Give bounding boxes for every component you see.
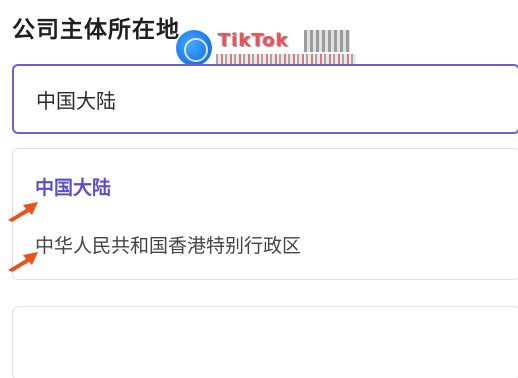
select-field-value: 中国大陆 bbox=[36, 88, 116, 113]
watermark-blurred-text bbox=[304, 30, 350, 52]
location-dropdown-menu: 中国大陆 中华人民共和国香港特别行政区 bbox=[12, 148, 518, 280]
dropdown-option-mainland[interactable]: 中国大陆 bbox=[35, 173, 111, 200]
dropdown-option-hong-kong[interactable]: 中华人民共和国香港特别行政区 bbox=[35, 231, 301, 258]
location-select-field[interactable]: 中国大陆 bbox=[12, 64, 518, 134]
watermark-text: TikTok bbox=[218, 30, 289, 51]
globe-logo-icon bbox=[176, 30, 212, 66]
pointer-arrow-icon bbox=[8, 252, 38, 272]
section-title: 公司主体所在地 bbox=[12, 17, 180, 43]
pointer-arrow-icon bbox=[8, 202, 38, 222]
empty-input-field[interactable] bbox=[12, 306, 518, 378]
